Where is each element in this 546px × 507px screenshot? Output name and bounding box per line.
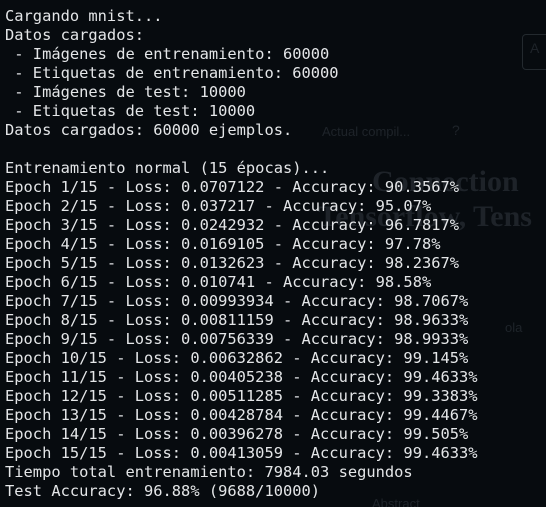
output-line: Epoch 2/15 - Loss: 0.037217 - Accuracy: … (5, 197, 432, 215)
output-line: Datos cargados: (5, 26, 144, 44)
output-line: Epoch 11/15 - Loss: 0.00405238 - Accurac… (5, 368, 478, 386)
output-line: Datos cargados: 60000 ejemplos. (5, 121, 293, 139)
background-box (522, 34, 546, 70)
output-line: Epoch 7/15 - Loss: 0.00993934 - Accuracy… (5, 292, 469, 310)
output-line: Epoch 8/15 - Loss: 0.00811159 - Accuracy… (5, 311, 469, 329)
output-line: Epoch 5/15 - Loss: 0.0132623 - Accuracy:… (5, 254, 460, 272)
output-line: Epoch 4/15 - Loss: 0.0169105 - Accuracy:… (5, 235, 441, 253)
output-line: - Etiquetas de test: 10000 (5, 102, 256, 120)
background-text-fragment: ola (505, 320, 523, 335)
output-line: Test Accuracy: 96.88% (9688/10000) (5, 482, 321, 500)
output-line: Entrenamiento normal (15 épocas)... (5, 159, 330, 177)
output-line: Epoch 12/15 - Loss: 0.00511285 - Accurac… (5, 387, 478, 405)
output-line: Epoch 1/15 - Loss: 0.0707122 - Accuracy:… (5, 178, 460, 196)
output-line: Cargando mnist... (5, 7, 163, 25)
output-line: Epoch 13/15 - Loss: 0.00428784 - Accurac… (5, 406, 478, 424)
output-line: - Imágenes de entrenamiento: 60000 (5, 45, 330, 63)
output-line: - Etiquetas de entrenamiento: 60000 (5, 64, 339, 82)
output-line: Tiempo total entrenamiento: 7984.03 segu… (5, 463, 413, 481)
terminal-output: Cargando mnist... Datos cargados: - Imáge… (5, 7, 478, 501)
output-line: Epoch 9/15 - Loss: 0.00756339 - Accuracy… (5, 330, 469, 348)
output-line: Epoch 10/15 - Loss: 0.00632862 - Accurac… (5, 349, 469, 367)
output-line: Epoch 6/15 - Loss: 0.010741 - Accuracy: … (5, 273, 432, 291)
output-line: Epoch 14/15 - Loss: 0.00396278 - Accurac… (5, 425, 469, 443)
output-line: Epoch 15/15 - Loss: 0.00413059 - Accurac… (5, 444, 478, 462)
output-line: Epoch 3/15 - Loss: 0.0242932 - Accuracy:… (5, 216, 460, 234)
terminal-window[interactable]: A Actual compil... ? Connection Tensorfl… (0, 0, 546, 507)
output-line: - Imágenes de test: 10000 (5, 83, 246, 101)
